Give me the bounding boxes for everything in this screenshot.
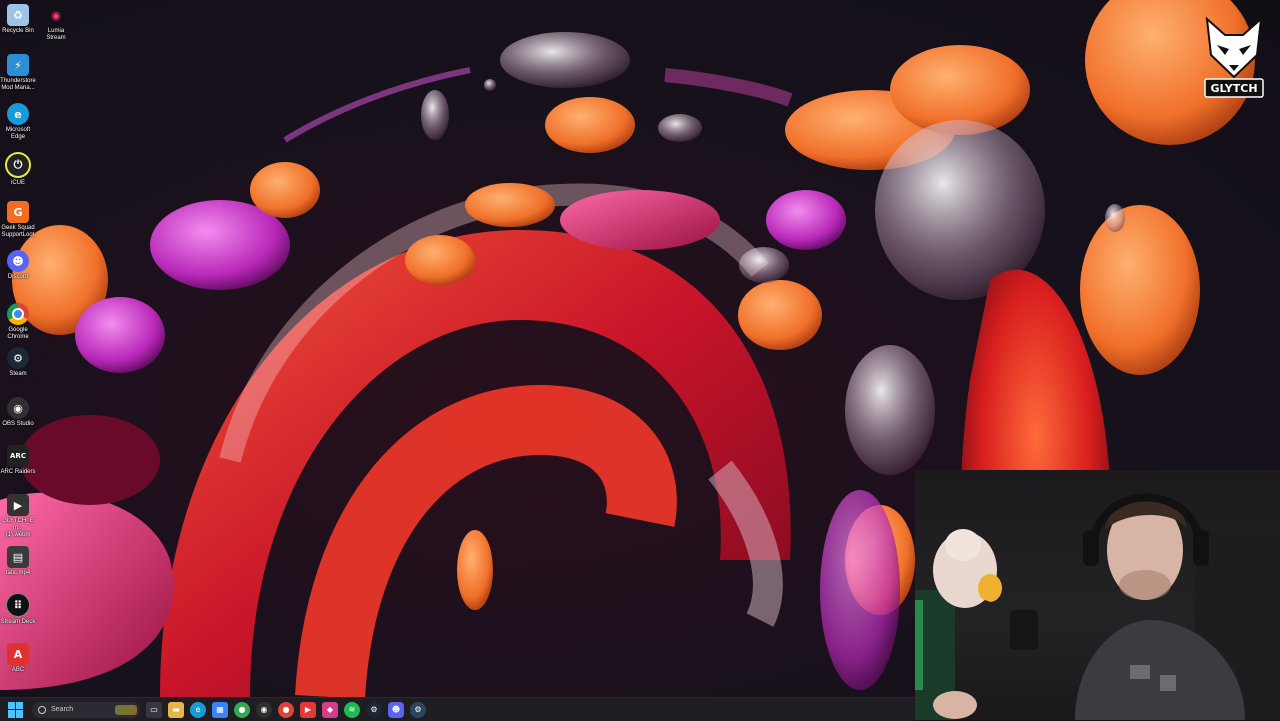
video-file-icon: ▤ (7, 546, 29, 568)
desktop-icon-icue[interactable]: ⏻ iCUE (0, 152, 36, 187)
desktop-icon-obs[interactable]: ◉ OBS Studio (0, 397, 36, 428)
geek-squad-icon: G (7, 201, 29, 223)
taskbar: Search ▭ ▬ e ▦ ● ◉ ● ▶ ◆ ≋ ⚙ ☻ ⚙ (0, 697, 915, 721)
desktop-icon-recycle-bin[interactable]: ♻ Recycle Bin (0, 4, 36, 35)
desktop-icon-label: Google Chrome (7, 327, 29, 340)
search-highlight-icon (115, 704, 137, 715)
desktop-icon-lumia-stream[interactable]: ◉ Lumia Stream (38, 4, 74, 42)
chrome-icon (7, 303, 29, 325)
fox-logo-icon: GLYTCH (1204, 16, 1264, 98)
steam-icon[interactable]: ⚙ (410, 701, 426, 718)
desktop-icon-label: GLYTCH_Em... (1).webm (2, 518, 34, 538)
recycle-bin-icon: ♻ (7, 4, 29, 26)
windows-start-icon[interactable] (8, 701, 24, 718)
app-a-icon: A (7, 643, 29, 665)
discord-icon[interactable]: ☻ (388, 701, 404, 718)
desktop-icon-label: OBS Studio (2, 421, 34, 427)
desktop-icon-label: Microsoft Edge (5, 127, 31, 140)
webcam-feed (915, 493, 1280, 720)
edge-icon: e (7, 103, 29, 125)
desktop-icon-tatic-mp4[interactable]: ▤ tatic.mp4 (0, 546, 36, 577)
desktop-icon-area: ♻ Recycle Bin ◉ Lumia Stream ⚡ Thunderst… (0, 0, 75, 690)
desktop-icon-discord[interactable]: ☻ Discord (0, 250, 36, 281)
lumia-stream-icon: ◉ (51, 8, 61, 22)
desktop-icon-thunderstore[interactable]: ⚡ Thunderstore Mod Mana... (0, 54, 36, 92)
icue-icon: ⏻ (5, 152, 31, 178)
desktop-icon-label: Discord (7, 274, 29, 280)
steam-icon[interactable]: ⚙ (366, 701, 382, 718)
video-file-icon: ▶ (7, 494, 29, 516)
app-red-icon[interactable]: ▶ (300, 701, 316, 718)
desktop-icon-label: Lumia Stream (46, 28, 66, 41)
desktop-icon-label: ABC (11, 667, 25, 673)
obs-icon: ◉ (7, 397, 29, 419)
desktop-icon-label: Stream Deck (0, 619, 36, 625)
discord-icon: ☻ (7, 250, 29, 272)
file-explorer-icon[interactable]: ▬ (168, 701, 184, 718)
desktop-icon-steam[interactable]: ⚙ Steam (0, 347, 36, 378)
desktop-icon-label: iCUE (10, 180, 25, 186)
app-pink-icon[interactable]: ◆ (322, 701, 338, 718)
desktop-icon-label: ARC Raiders (0, 469, 36, 475)
task-view-icon[interactable]: ▭ (146, 701, 162, 718)
desktop-icon-edge[interactable]: e Microsoft Edge (0, 103, 36, 141)
desktop-icon-chrome[interactable]: Google Chrome (0, 303, 36, 341)
webcam-overlay (915, 470, 1280, 720)
brand-text: GLYTCH (1210, 82, 1257, 95)
store-icon[interactable]: ▦ (212, 701, 228, 718)
search-icon (38, 705, 46, 714)
search-placeholder: Search (51, 706, 74, 713)
taskbar-search-box[interactable]: Search (32, 701, 140, 718)
obs-icon[interactable]: ◉ (256, 701, 272, 718)
desktop-icon-label: Steam (9, 371, 27, 377)
spotify-icon[interactable]: ≋ (344, 701, 360, 718)
desktop-icon-label: Recycle Bin (2, 28, 34, 34)
arc-raiders-icon: ARC (7, 445, 29, 467)
thunderstore-icon: ⚡ (7, 54, 29, 76)
edge-icon[interactable]: e (190, 701, 206, 718)
desktop-icon-arc-raiders[interactable]: ARC ARC Raiders (0, 445, 36, 476)
stream-deck-icon: ⠿ (6, 593, 30, 617)
desktop-icon-geek-squad[interactable]: G Geek Squad SupportLoot (0, 201, 36, 239)
glytch-logo-overlay: GLYTCH (1203, 15, 1265, 99)
desktop-icon-label: Geek Squad SupportLoot (1, 225, 35, 238)
chrome-icon[interactable]: ● (234, 701, 250, 718)
desktop-icon-label: tatic.mp4 (5, 570, 31, 576)
chrome-icon[interactable]: ● (278, 701, 294, 718)
desktop-icon-glytch-webm[interactable]: ▶ GLYTCH_Em... (1).webm (0, 494, 36, 539)
desktop-icon-app-a[interactable]: A ABC (0, 643, 36, 674)
desktop-icon-stream-deck[interactable]: ⠿ Stream Deck (0, 593, 36, 626)
steam-icon: ⚙ (7, 347, 29, 369)
desktop-icon-label: Thunderstore Mod Mana... (0, 78, 36, 91)
